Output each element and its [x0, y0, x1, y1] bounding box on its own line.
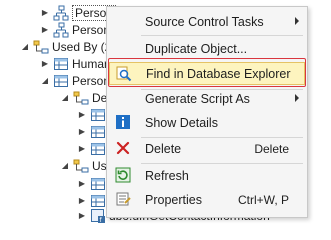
- refresh-icon: [115, 167, 131, 183]
- expand-arrow-icon[interactable]: ▶: [77, 211, 87, 221]
- collapse-arrow-icon[interactable]: ◢: [60, 161, 70, 171]
- table-icon: [54, 74, 68, 87]
- collapse-arrow-icon[interactable]: ◢: [20, 42, 30, 52]
- tree-label: Person: [72, 73, 111, 88]
- expand-arrow-icon[interactable]: ▶: [40, 59, 50, 69]
- expand-arrow-icon[interactable]: ▶: [40, 8, 50, 18]
- expand-arrow-icon[interactable]: ▶: [77, 179, 87, 189]
- menu-item-source-control-tasks[interactable]: Source Control Tasks: [109, 10, 305, 33]
- delete-x-icon: [116, 141, 130, 155]
- expand-arrow-icon[interactable]: ▶: [40, 25, 50, 35]
- menu-item-label: Properties: [145, 192, 202, 207]
- menu-item-delete[interactable]: Delete Delete: [109, 137, 305, 160]
- menu-item-label: Duplicate Object...: [145, 41, 248, 56]
- expand-arrow-icon[interactable]: ▶: [77, 110, 87, 120]
- menu-item-label: Generate Script As: [145, 91, 250, 106]
- tree-label: Person: [72, 22, 111, 37]
- submenu-arrow-icon: [295, 94, 299, 102]
- info-icon: [116, 115, 130, 129]
- menu-item-label: Delete: [145, 141, 182, 156]
- expand-arrow-icon[interactable]: ▶: [77, 127, 87, 137]
- table-icon: [91, 108, 105, 121]
- tree-label: Human: [72, 56, 111, 71]
- highlight-callout: [108, 58, 306, 87]
- collapse-arrow-icon[interactable]: ◢: [60, 93, 70, 103]
- table-icon: [91, 177, 105, 190]
- properties-icon: [116, 192, 131, 206]
- tree-label: Used By (2: [52, 39, 112, 54]
- menu-item-show-details[interactable]: Show Details: [109, 111, 305, 134]
- menu-item-refresh[interactable]: Refresh: [109, 164, 305, 187]
- function-icon: f: [91, 208, 105, 224]
- menu-item-duplicate-object[interactable]: Duplicate Object...: [109, 37, 305, 60]
- table-icon: [54, 57, 68, 70]
- menu-separator: [141, 35, 303, 36]
- menu-item-label: Refresh: [145, 168, 189, 183]
- context-menu: Source Control Tasks Duplicate Object...…: [106, 6, 308, 218]
- menu-item-shortcut: Delete: [254, 141, 289, 156]
- expand-arrow-icon[interactable]: ▶: [77, 196, 87, 206]
- table-icon: [91, 125, 105, 138]
- menu-item-properties[interactable]: Properties Ctrl+W, P: [109, 188, 305, 211]
- table-icon: [91, 142, 105, 155]
- hierarchy-icon: [53, 5, 69, 20]
- menu-item-shortcut: Ctrl+W, P: [237, 192, 289, 207]
- expand-arrow-icon[interactable]: ▶: [77, 144, 87, 154]
- dependency-icon: [33, 40, 49, 53]
- dependency-icon: [73, 91, 89, 104]
- dependency-icon: [73, 159, 89, 172]
- menu-item-label: Source Control Tasks: [145, 14, 264, 29]
- submenu-arrow-icon: [295, 17, 299, 25]
- hierarchy-icon: [53, 22, 69, 37]
- menu-item-label: Show Details: [145, 115, 218, 130]
- menu-item-generate-script-as[interactable]: Generate Script As: [109, 87, 305, 110]
- collapse-arrow-icon[interactable]: ◢: [40, 76, 50, 86]
